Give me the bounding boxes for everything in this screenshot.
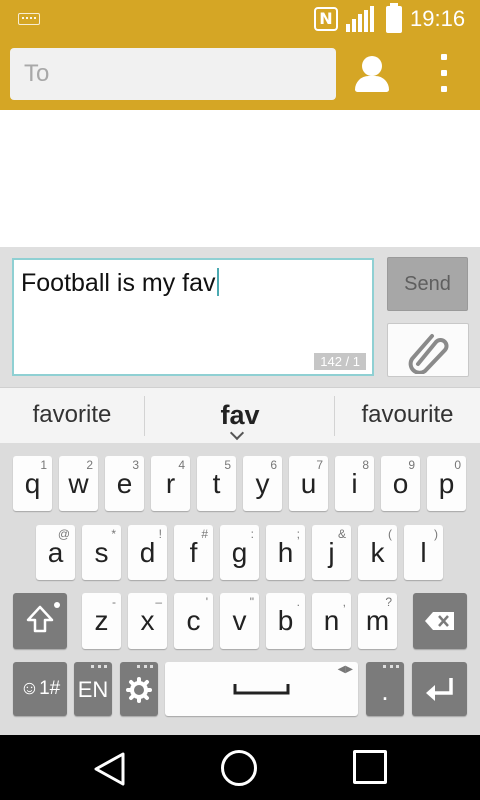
key-g[interactable]: :g [220,525,259,580]
key-z[interactable]: -z [82,593,121,649]
signal-icon [346,6,376,32]
key-n[interactable]: ,n [312,593,351,649]
key-c[interactable]: ' c [174,593,213,649]
key-t[interactable]: 5t [197,456,236,511]
key-q[interactable]: 1q [13,456,52,511]
keyboard: 1q2w3e4r5t6y7u8i9o0p @ a * s! d # f: g; h & j(k) l … [0,443,480,735]
key-h[interactable]: ; h [266,525,305,580]
back-icon[interactable] [92,751,128,787]
nfc-icon: N [314,7,338,31]
recipient-input[interactable] [10,48,336,100]
key-v[interactable]: " v [220,593,259,649]
key-x[interactable]: – x [128,593,167,649]
more-options-button[interactable] [432,52,456,96]
message-input[interactable]: Football is my fav 142 / 1 [12,258,374,376]
home-icon[interactable] [221,750,257,786]
compose-area: Football is my fav 142 / 1 Send [0,247,480,387]
message-text: Football is my fav [21,269,216,297]
period-key[interactable]: . [366,662,404,716]
text-cursor [216,268,219,296]
shift-icon [26,602,60,633]
language-key[interactable]: EN [74,662,112,716]
suggestion-left[interactable]: favorite [0,388,144,444]
enter-key[interactable] [412,662,467,716]
key-f[interactable]: # f [174,525,213,580]
key-s[interactable]: * s [82,525,121,580]
key-j[interactable]: & j [312,525,351,580]
key-m[interactable]: ? m [358,593,397,649]
space-icon [233,684,290,695]
key-o[interactable]: 9o [381,456,420,511]
conversation-area [0,110,480,247]
attach-button[interactable] [387,323,469,377]
key-p[interactable]: 0p [427,456,466,511]
settings-key[interactable] [120,662,158,716]
backspace-key[interactable] [413,593,467,649]
emoji-symbols-key[interactable]: ☺1# [13,662,67,716]
key-e[interactable]: 3e [105,456,144,511]
shift-key[interactable] [13,593,67,649]
paperclip-icon [408,334,449,374]
key-b[interactable]: .b [266,593,305,649]
keyboard-notification-icon [18,13,40,25]
key-w[interactable]: 2w [59,456,98,511]
battery-icon [386,3,402,33]
status-time: 19:16 [410,6,466,31]
key-r[interactable]: 4r [151,456,190,511]
navigation-bar [0,735,480,800]
send-button[interactable]: Send [387,257,468,311]
space-key[interactable]: ◀▶ [165,662,358,716]
key-l[interactable]: ) l [404,525,443,580]
key-d[interactable]: ! d [128,525,167,580]
key-a[interactable]: @ a [36,525,75,580]
key-y[interactable]: 6y [243,456,282,511]
key-i[interactable]: 8i [335,456,374,511]
character-counter: 142 / 1 [314,353,366,370]
person-icon [362,56,382,76]
suggestion-right[interactable]: favourite [335,388,480,444]
recent-apps-icon[interactable] [353,750,387,784]
key-k[interactable]: (k [358,525,397,580]
backspace-icon [425,612,454,630]
key-u[interactable]: 7u [289,456,328,511]
status-bar: N 19:16 [0,0,480,38]
add-contact-button[interactable] [350,50,396,98]
app-bar [0,38,480,110]
enter-icon [426,678,453,701]
gear-icon [126,677,152,703]
